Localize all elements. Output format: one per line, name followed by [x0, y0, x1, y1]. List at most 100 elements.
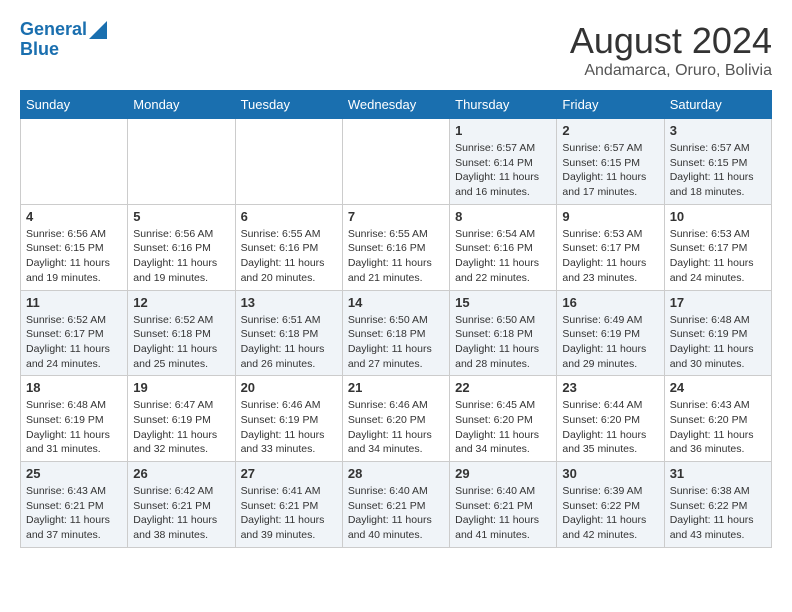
day-info: Sunrise: 6:43 AMSunset: 6:21 PMDaylight:… [26, 484, 122, 543]
calendar-title-block: August 2024 Andamarca, Oruro, Bolivia [570, 20, 772, 80]
day-number: 1 [455, 123, 551, 138]
day-number: 23 [562, 380, 658, 395]
calendar-table: SundayMondayTuesdayWednesdayThursdayFrid… [20, 90, 772, 548]
day-number: 15 [455, 295, 551, 310]
day-number: 11 [26, 295, 122, 310]
day-info: Sunrise: 6:54 AMSunset: 6:16 PMDaylight:… [455, 227, 551, 286]
col-header-sunday: Sunday [21, 91, 128, 119]
day-cell [21, 119, 128, 205]
day-info: Sunrise: 6:57 AMSunset: 6:15 PMDaylight:… [562, 141, 658, 200]
day-cell: 26 Sunrise: 6:42 AMSunset: 6:21 PMDayligh… [128, 462, 235, 548]
day-cell: 19 Sunrise: 6:47 AMSunset: 6:19 PMDayligh… [128, 376, 235, 462]
day-info: Sunrise: 6:51 AMSunset: 6:18 PMDaylight:… [241, 313, 337, 372]
day-cell: 17 Sunrise: 6:48 AMSunset: 6:19 PMDayligh… [664, 290, 771, 376]
day-cell: 18 Sunrise: 6:48 AMSunset: 6:19 PMDayligh… [21, 376, 128, 462]
day-number: 8 [455, 209, 551, 224]
day-number: 22 [455, 380, 551, 395]
day-number: 28 [348, 466, 444, 481]
day-number: 26 [133, 466, 229, 481]
day-cell: 22Sunrise: 6:45 AMSunset: 6:20 PMDayligh… [450, 376, 557, 462]
calendar-title: August 2024 [570, 20, 772, 62]
day-number: 5 [133, 209, 229, 224]
day-cell: 6 Sunrise: 6:55 AMSunset: 6:16 PMDaylight… [235, 204, 342, 290]
day-info: Sunrise: 6:39 AMSunset: 6:22 PMDaylight:… [562, 484, 658, 543]
day-number: 29 [455, 466, 551, 481]
day-cell: 20 Sunrise: 6:46 AMSunset: 6:19 PMDayligh… [235, 376, 342, 462]
day-number: 31 [670, 466, 766, 481]
day-info: Sunrise: 6:48 AMSunset: 6:19 PMDaylight:… [670, 313, 766, 372]
day-cell: 11 Sunrise: 6:52 AMSunset: 6:17 PMDayligh… [21, 290, 128, 376]
day-info: Sunrise: 6:52 AMSunset: 6:17 PMDaylight:… [26, 313, 122, 372]
day-number: 6 [241, 209, 337, 224]
page-header: General Blue August 2024 Andamarca, Orur… [20, 20, 772, 80]
day-number: 14 [348, 295, 444, 310]
day-number: 17 [670, 295, 766, 310]
week-row-2: 4Sunrise: 6:56 AMSunset: 6:15 PMDaylight… [21, 204, 772, 290]
day-info: Sunrise: 6:43 AMSunset: 6:20 PMDaylight:… [670, 398, 766, 457]
col-header-tuesday: Tuesday [235, 91, 342, 119]
day-info: Sunrise: 6:38 AMSunset: 6:22 PMDaylight:… [670, 484, 766, 543]
day-cell: 7 Sunrise: 6:55 AMSunset: 6:16 PMDaylight… [342, 204, 449, 290]
day-number: 9 [562, 209, 658, 224]
col-header-monday: Monday [128, 91, 235, 119]
day-number: 12 [133, 295, 229, 310]
day-info: Sunrise: 6:46 AMSunset: 6:19 PMDaylight:… [241, 398, 337, 457]
day-info: Sunrise: 6:57 AMSunset: 6:15 PMDaylight:… [670, 141, 766, 200]
day-cell: 3 Sunrise: 6:57 AMSunset: 6:15 PMDaylight… [664, 119, 771, 205]
day-number: 21 [348, 380, 444, 395]
day-cell: 12 Sunrise: 6:52 AMSunset: 6:18 PMDayligh… [128, 290, 235, 376]
day-number: 16 [562, 295, 658, 310]
day-number: 20 [241, 380, 337, 395]
calendar-subtitle: Andamarca, Oruro, Bolivia [570, 62, 772, 80]
day-cell [235, 119, 342, 205]
logo: General Blue [20, 20, 107, 60]
day-number: 19 [133, 380, 229, 395]
logo-text-general: General [20, 20, 87, 40]
day-cell: 1Sunrise: 6:57 AMSunset: 6:14 PMDaylight… [450, 119, 557, 205]
day-number: 24 [670, 380, 766, 395]
day-cell: 23 Sunrise: 6:44 AMSunset: 6:20 PMDayligh… [557, 376, 664, 462]
days-header-row: SundayMondayTuesdayWednesdayThursdayFrid… [21, 91, 772, 119]
day-info: Sunrise: 6:56 AMSunset: 6:16 PMDaylight:… [133, 227, 229, 286]
col-header-friday: Friday [557, 91, 664, 119]
day-info: Sunrise: 6:48 AMSunset: 6:19 PMDaylight:… [26, 398, 122, 457]
day-number: 10 [670, 209, 766, 224]
week-row-1: 1Sunrise: 6:57 AMSunset: 6:14 PMDaylight… [21, 119, 772, 205]
day-number: 3 [670, 123, 766, 138]
day-info: Sunrise: 6:40 AMSunset: 6:21 PMDaylight:… [348, 484, 444, 543]
day-cell: 14 Sunrise: 6:50 AMSunset: 6:18 PMDayligh… [342, 290, 449, 376]
day-info: Sunrise: 6:55 AMSunset: 6:16 PMDaylight:… [348, 227, 444, 286]
day-info: Sunrise: 6:55 AMSunset: 6:16 PMDaylight:… [241, 227, 337, 286]
day-number: 7 [348, 209, 444, 224]
day-info: Sunrise: 6:50 AMSunset: 6:18 PMDaylight:… [455, 313, 551, 372]
day-info: Sunrise: 6:50 AMSunset: 6:18 PMDaylight:… [348, 313, 444, 372]
day-info: Sunrise: 6:47 AMSunset: 6:19 PMDaylight:… [133, 398, 229, 457]
day-cell: 30Sunrise: 6:39 AMSunset: 6:22 PMDayligh… [557, 462, 664, 548]
day-cell: 8 Sunrise: 6:54 AMSunset: 6:16 PMDaylight… [450, 204, 557, 290]
day-number: 2 [562, 123, 658, 138]
col-header-wednesday: Wednesday [342, 91, 449, 119]
day-cell: 4Sunrise: 6:56 AMSunset: 6:15 PMDaylight… [21, 204, 128, 290]
day-number: 27 [241, 466, 337, 481]
day-number: 25 [26, 466, 122, 481]
day-cell: 28 Sunrise: 6:40 AMSunset: 6:21 PMDayligh… [342, 462, 449, 548]
day-cell: 25 Sunrise: 6:43 AMSunset: 6:21 PMDayligh… [21, 462, 128, 548]
day-cell: 31 Sunrise: 6:38 AMSunset: 6:22 PMDayligh… [664, 462, 771, 548]
col-header-thursday: Thursday [450, 91, 557, 119]
day-cell: 13 Sunrise: 6:51 AMSunset: 6:18 PMDayligh… [235, 290, 342, 376]
day-cell: 10Sunrise: 6:53 AMSunset: 6:17 PMDayligh… [664, 204, 771, 290]
day-info: Sunrise: 6:46 AMSunset: 6:20 PMDaylight:… [348, 398, 444, 457]
day-info: Sunrise: 6:44 AMSunset: 6:20 PMDaylight:… [562, 398, 658, 457]
day-number: 13 [241, 295, 337, 310]
day-cell [342, 119, 449, 205]
day-cell: 24 Sunrise: 6:43 AMSunset: 6:20 PMDayligh… [664, 376, 771, 462]
logo-text-blue: Blue [20, 40, 107, 60]
day-info: Sunrise: 6:42 AMSunset: 6:21 PMDaylight:… [133, 484, 229, 543]
day-cell: 16Sunrise: 6:49 AMSunset: 6:19 PMDayligh… [557, 290, 664, 376]
day-number: 18 [26, 380, 122, 395]
day-info: Sunrise: 6:52 AMSunset: 6:18 PMDaylight:… [133, 313, 229, 372]
day-number: 4 [26, 209, 122, 224]
day-cell: 2 Sunrise: 6:57 AMSunset: 6:15 PMDaylight… [557, 119, 664, 205]
day-cell: 27Sunrise: 6:41 AMSunset: 6:21 PMDayligh… [235, 462, 342, 548]
day-cell: 9Sunrise: 6:53 AMSunset: 6:17 PMDaylight… [557, 204, 664, 290]
